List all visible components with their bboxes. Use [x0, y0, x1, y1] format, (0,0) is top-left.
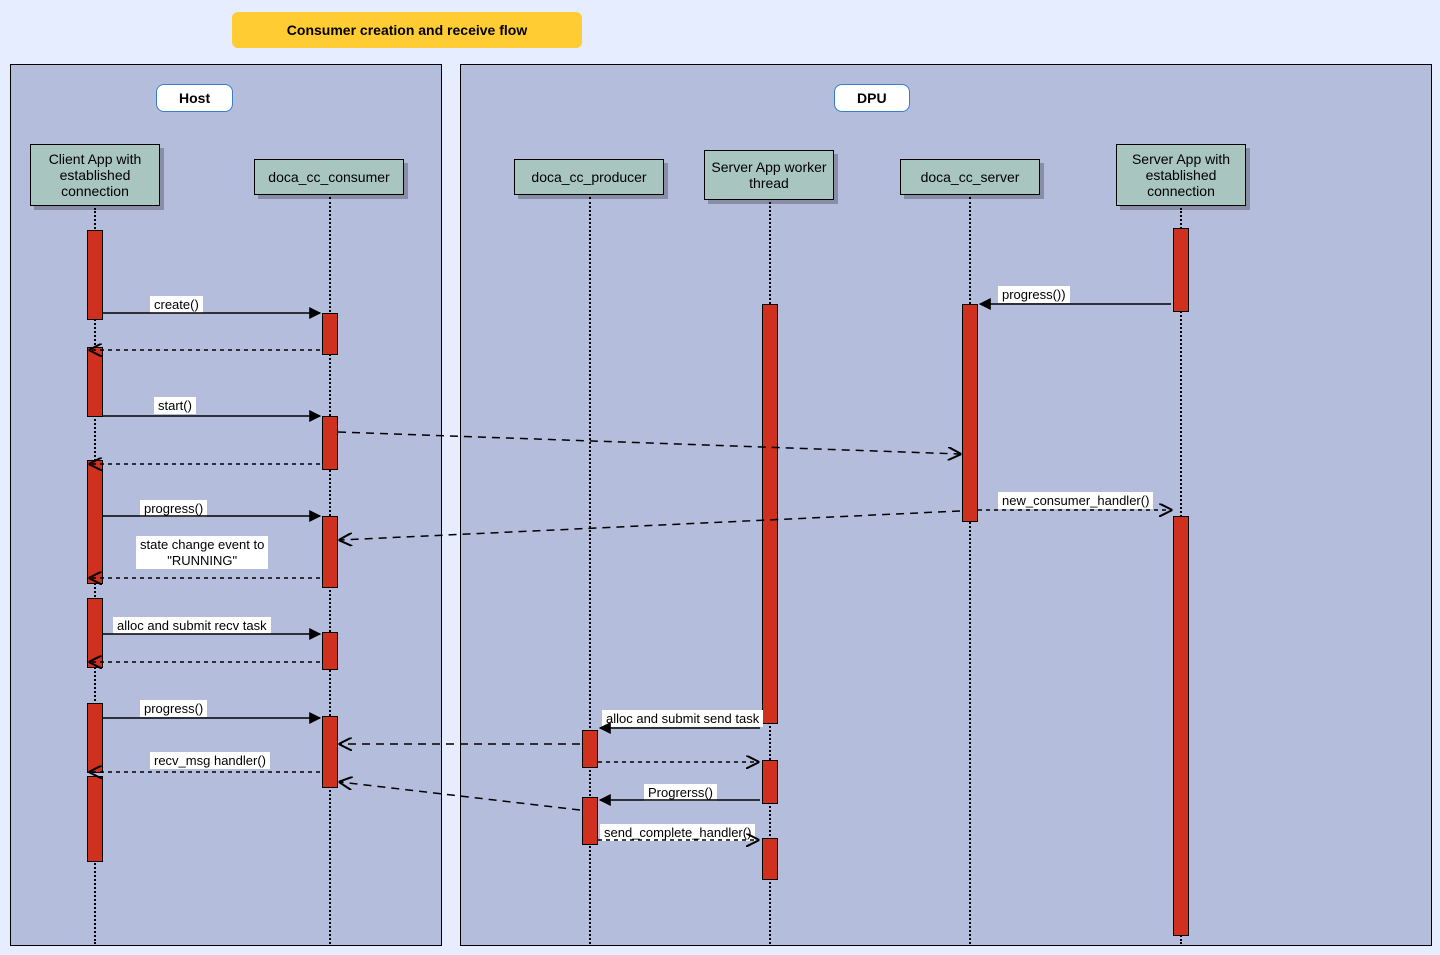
activation: [322, 716, 338, 788]
group-dpu: [460, 64, 1432, 946]
msg-send-complete: send_complete_handler(): [600, 824, 755, 841]
activation: [582, 797, 598, 845]
group-dpu-label: DPU: [834, 84, 910, 112]
participant-server-app: Server App with established connection: [1116, 144, 1246, 206]
participant-consumer: doca_cc_consumer: [254, 159, 404, 195]
activation: [1173, 228, 1189, 312]
msg-progress1: progress(): [140, 500, 207, 517]
msg-alloc-recv: alloc and submit recv task: [113, 617, 271, 634]
msg-progress-right: progress()): [998, 286, 1070, 303]
activation: [322, 632, 338, 670]
participant-client-app: Client App with established connection: [30, 144, 160, 206]
msg-start: start(): [154, 397, 196, 414]
msg-recv-msg: recv_msg handler(): [150, 752, 270, 769]
msg-progress2: progress(): [140, 700, 207, 717]
activation: [322, 416, 338, 470]
msg-create: create(): [150, 296, 203, 313]
participant-server: doca_cc_server: [900, 159, 1040, 195]
participant-worker: Server App worker thread: [704, 150, 834, 200]
participant-producer: doca_cc_producer: [514, 159, 664, 195]
activation: [582, 730, 598, 768]
activation: [87, 230, 103, 320]
activation: [762, 760, 778, 804]
activation: [87, 460, 103, 584]
msg-state-change: state change event to"RUNNING": [136, 536, 268, 569]
activation: [1173, 516, 1189, 936]
activation: [322, 516, 338, 588]
activation: [87, 598, 103, 668]
msg-progrerss: Progrerss(): [644, 784, 717, 801]
diagram-title: Consumer creation and receive flow: [232, 12, 582, 48]
group-host-label: Host: [156, 84, 233, 112]
activation: [87, 347, 103, 417]
activation: [87, 776, 103, 862]
msg-new-consumer: new_consumer_handler(): [998, 492, 1153, 509]
activation: [322, 313, 338, 355]
msg-alloc-send: alloc and submit send task: [602, 710, 763, 727]
activation: [87, 703, 103, 773]
activation: [762, 838, 778, 880]
activation: [962, 304, 978, 522]
activation: [762, 304, 778, 724]
